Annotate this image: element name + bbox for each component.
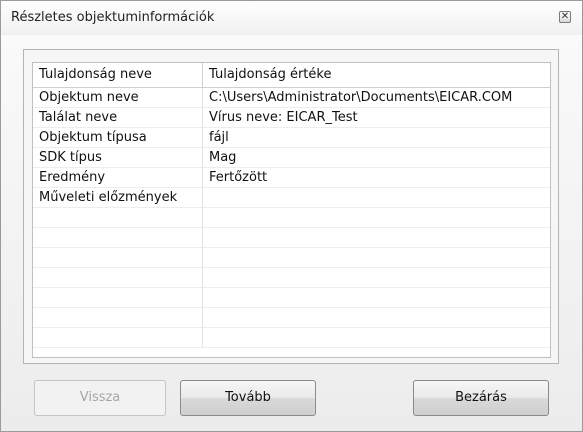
table-row[interactable] — [33, 328, 550, 348]
table-row[interactable]: SDK típus Mag — [33, 148, 550, 168]
table-row[interactable]: Objektum típusa fájl — [33, 128, 550, 148]
table-row[interactable] — [33, 208, 550, 228]
close-button[interactable]: Bezárás — [413, 380, 549, 416]
table-row[interactable] — [33, 228, 550, 248]
column-header-property-value[interactable]: Tulajdonság értéke — [203, 63, 550, 87]
table-row[interactable]: Eredmény Fertőzött — [33, 168, 550, 188]
title-bar: Részletes objektuminformációk ✕ — [1, 1, 582, 35]
table-row[interactable] — [33, 268, 550, 288]
property-value-cell: Fertőzött — [209, 170, 268, 185]
details-dialog: Részletes objektuminformációk ✕ Tulajdon… — [0, 0, 583, 432]
property-value-cell: C:\Users\Administrator\Documents\EICAR.C… — [209, 90, 513, 105]
property-name-cell — [33, 308, 203, 327]
property-value-cell — [203, 188, 550, 207]
property-value-cell: Vírus neve: EICAR_Test — [209, 110, 358, 125]
property-name-cell — [33, 228, 203, 247]
table-row[interactable]: Objektum neve C:\Users\Administrator\Docu… — [33, 88, 550, 108]
table-row[interactable]: Találat neve Vírus neve: EICAR_Test — [33, 108, 550, 128]
next-button[interactable]: Tovább — [180, 380, 316, 416]
grid-body: Objektum neve C:\Users\Administrator\Docu… — [33, 88, 550, 348]
property-name-cell — [33, 288, 203, 307]
property-value-cell — [203, 288, 550, 307]
dialog-title: Részletes objektuminformációk — [11, 10, 215, 25]
grid-header: Tulajdonság neve Tulajdonság értéke — [33, 63, 550, 88]
properties-grid: Tulajdonság neve Tulajdonság értéke Obje… — [32, 62, 551, 358]
property-name-cell: SDK típus — [33, 148, 203, 167]
property-value-cell: Mag — [209, 150, 237, 165]
property-value-cell — [203, 268, 550, 287]
table-row[interactable] — [33, 288, 550, 308]
table-row[interactable]: Műveleti előzmények — [33, 188, 550, 208]
close-icon: ✕ — [560, 11, 570, 22]
property-value-cell — [203, 328, 550, 347]
property-value-cell — [203, 228, 550, 247]
property-name-cell — [33, 268, 203, 287]
content-panel: Tulajdonság neve Tulajdonság értéke Obje… — [23, 49, 559, 364]
column-header-property-name[interactable]: Tulajdonság neve — [33, 63, 203, 87]
property-name-cell: Találat neve — [33, 108, 203, 127]
property-value-cell — [203, 308, 550, 327]
property-name-cell: Műveleti előzmények — [33, 188, 203, 207]
close-window-button[interactable]: ✕ — [559, 11, 571, 23]
property-name-cell — [33, 248, 203, 267]
property-value-cell — [203, 248, 550, 267]
table-row[interactable] — [33, 308, 550, 328]
property-value-cell — [203, 208, 550, 227]
back-button[interactable]: Vissza — [34, 380, 166, 416]
property-name-cell: Eredmény — [33, 168, 203, 187]
property-name-cell: Objektum neve — [33, 88, 203, 107]
property-name-cell — [33, 208, 203, 227]
property-name-cell — [33, 328, 203, 347]
property-name-cell: Objektum típusa — [33, 128, 203, 147]
table-row[interactable] — [33, 248, 550, 268]
property-value-cell: fájl — [209, 130, 229, 145]
